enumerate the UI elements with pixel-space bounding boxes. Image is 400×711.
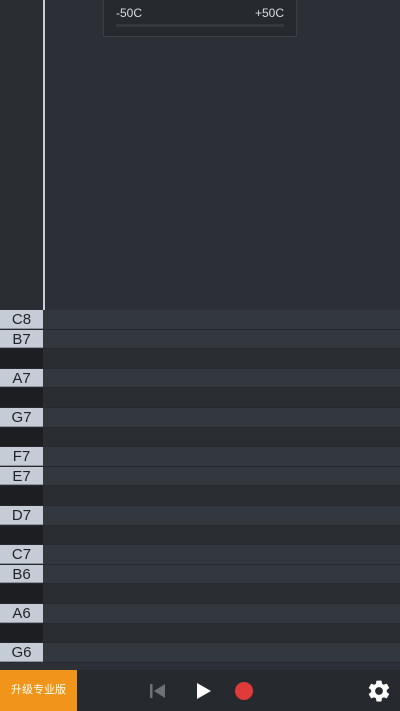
record-button[interactable]: [231, 678, 257, 704]
note-label: F7: [12, 448, 31, 466]
note-row: D7: [0, 505, 400, 526]
note-label: A7: [12, 369, 31, 387]
cents-min-label: -50C: [116, 6, 143, 20]
piano-white-key: F7: [0, 447, 43, 466]
note-row: G6: [0, 643, 400, 663]
keyboard-overflow-area: [0, 0, 43, 310]
note-row: [0, 388, 400, 408]
note-row: [0, 623, 400, 644]
piano-white-key: E7: [0, 466, 43, 486]
piano-white-key: C7: [0, 545, 43, 564]
piano-white-key: C8: [0, 310, 43, 329]
piano-black-key: [0, 584, 43, 603]
note-row: E7: [0, 466, 400, 487]
note-label: C7: [11, 546, 32, 564]
note-row: [0, 525, 400, 546]
note-row: C8: [0, 310, 400, 330]
piano-black-key: [0, 486, 43, 505]
piano-black-key: [0, 427, 43, 447]
piano-white-key: G7: [0, 407, 43, 427]
note-label: D7: [11, 506, 32, 524]
piano-black-key: [0, 525, 43, 545]
note-row: [0, 427, 400, 448]
skip-back-button[interactable]: [145, 678, 171, 704]
note-row: A6: [0, 603, 400, 624]
note-row: A7: [0, 368, 400, 389]
note-row: G7: [0, 407, 400, 428]
upgrade-pro-button[interactable]: 升级专业版: [0, 670, 77, 711]
cents-max-label: +50C: [254, 6, 284, 20]
note-row: [0, 486, 400, 506]
skip-back-icon: [150, 684, 165, 698]
piano-white-key: A6: [0, 603, 43, 623]
gear-icon: [368, 680, 390, 702]
cents-scale: -50C +50C: [103, 0, 297, 37]
piano-white-key: B7: [0, 329, 43, 349]
note-label: A6: [12, 604, 31, 622]
piano-black-key: [0, 349, 43, 368]
piano-white-key: G6: [0, 643, 43, 662]
note-label: G6: [11, 644, 32, 662]
note-row: B7: [0, 329, 400, 350]
piano-black-key: [0, 388, 43, 407]
note-row: C7: [0, 545, 400, 565]
note-label: G7: [11, 408, 32, 426]
piano-white-key: D7: [0, 505, 43, 525]
pitch-graph-area[interactable]: [45, 0, 400, 310]
note-label: B7: [12, 330, 31, 348]
note-row: B6: [0, 564, 400, 585]
play-button[interactable]: [190, 678, 216, 704]
note-row: F7: [0, 447, 400, 467]
record-icon: [235, 682, 253, 700]
note-label: C8: [11, 311, 32, 328]
note-label: E7: [12, 467, 31, 485]
piano-white-key: B6: [0, 564, 43, 584]
tuner-app: -50C +50C C8 B7 A7 G7 F7 E7 D7 C7 B6 A6 G6 升级专业版: [0, 0, 400, 711]
piano-black-key: [0, 623, 43, 643]
settings-button[interactable]: [366, 678, 392, 704]
note-row: [0, 349, 400, 369]
note-row: [0, 584, 400, 604]
note-rows: C8 B7 A7 G7 F7 E7 D7 C7 B6 A6 G6: [0, 310, 400, 670]
play-icon: [197, 683, 211, 699]
cents-track: [116, 24, 284, 27]
bottom-toolbar: 升级专业版: [0, 670, 400, 711]
piano-white-key: A7: [0, 368, 43, 388]
note-label: B6: [12, 565, 31, 583]
